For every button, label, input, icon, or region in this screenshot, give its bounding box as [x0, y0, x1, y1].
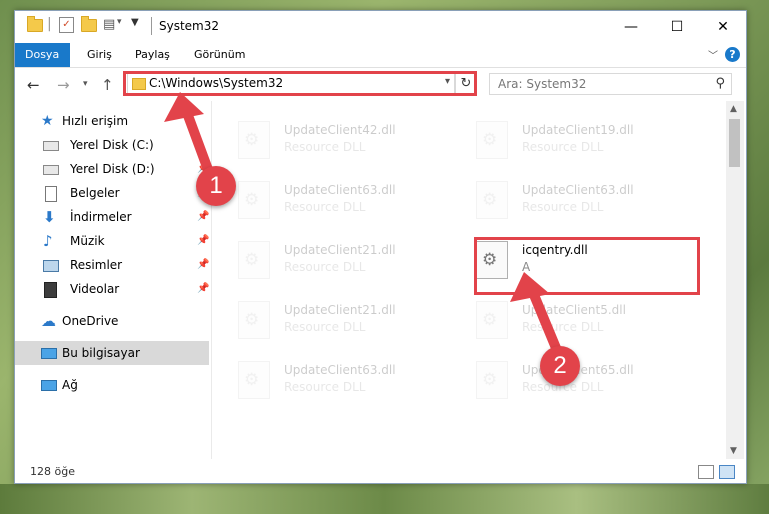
- callout-step-one: 1: [196, 166, 236, 206]
- callout-step-two: 2: [540, 346, 580, 386]
- arrow-two: [510, 272, 561, 353]
- arrow-one: [164, 92, 215, 180]
- annotation-arrows: [164, 92, 561, 353]
